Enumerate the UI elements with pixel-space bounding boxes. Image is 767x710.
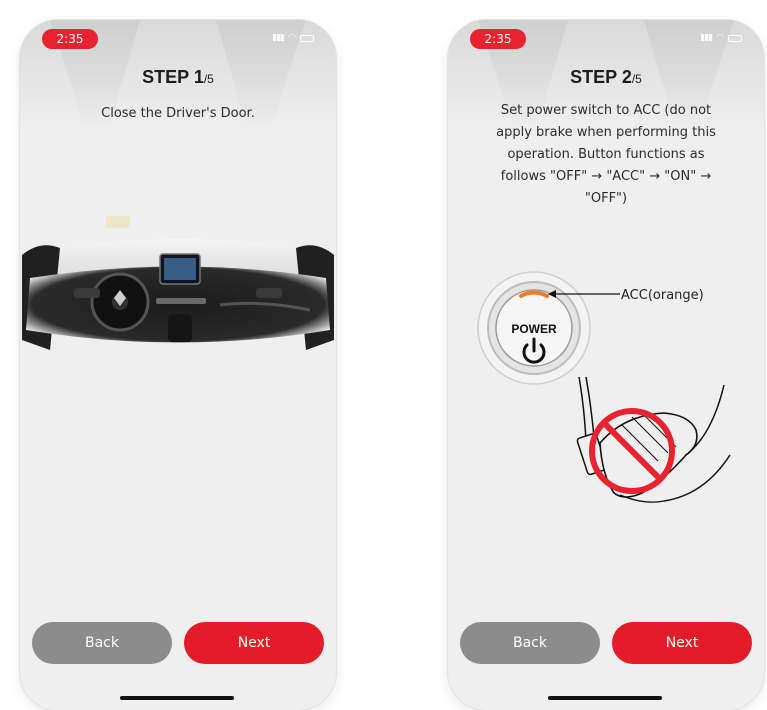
home-indicator[interactable] — [548, 696, 662, 700]
signal-icon: ▮▮▮ — [272, 33, 285, 43]
step-title: STEP 1/5 — [20, 67, 336, 88]
power-switch-diagram: POWER ACC(orange) — [477, 271, 731, 503]
instruction-line: follows "OFF" → "ACC" → "ON" → — [500, 169, 712, 184]
instruction-line: "OFF") — [584, 191, 628, 206]
home-indicator[interactable] — [120, 696, 234, 700]
phone-screen-step-2: 2:35 ▮▮▮ ◠ STEP 2/5 Set power switch to … — [448, 20, 764, 710]
step-label: STEP 1 — [142, 67, 204, 87]
signal-icon: ▮▮▮ — [700, 33, 713, 43]
instruction-text: Set power switch to ACC (do not apply br… — [468, 100, 744, 210]
status-time: 2:35 — [470, 29, 526, 49]
step-total: /5 — [203, 72, 214, 86]
battery-icon — [300, 34, 314, 42]
acc-callout-label: ACC(orange) — [621, 288, 704, 303]
step-title: STEP 2/5 — [448, 67, 764, 88]
step-total: /5 — [631, 72, 642, 86]
status-icons: ▮▮▮ ◠ — [700, 33, 742, 43]
step-label: STEP 2 — [570, 67, 632, 87]
wifi-icon: ◠ — [716, 33, 724, 43]
instruction-line: Set power switch to ACC (do not — [500, 103, 712, 118]
instruction-line: apply brake when performing this — [496, 125, 716, 140]
status-icons: ▮▮▮ ◠ — [272, 33, 314, 43]
next-button[interactable]: Next — [184, 622, 324, 664]
next-button[interactable]: Next — [612, 622, 752, 664]
no-brake-icon — [576, 376, 731, 503]
status-time: 2:35 — [42, 29, 98, 49]
back-button[interactable]: Back — [32, 622, 172, 664]
car-dashboard-image — [20, 210, 336, 360]
phone-screen-step-1: 2:35 ▮▮▮ ◠ STEP 1/5 Close the Driver's D… — [20, 20, 336, 710]
power-label: POWER — [511, 322, 557, 336]
instruction-line: operation. Button functions as — [507, 147, 705, 162]
battery-icon — [728, 34, 742, 42]
instruction-text: Close the Driver's Door. — [101, 106, 255, 121]
wifi-icon: ◠ — [288, 33, 296, 43]
back-button[interactable]: Back — [460, 622, 600, 664]
